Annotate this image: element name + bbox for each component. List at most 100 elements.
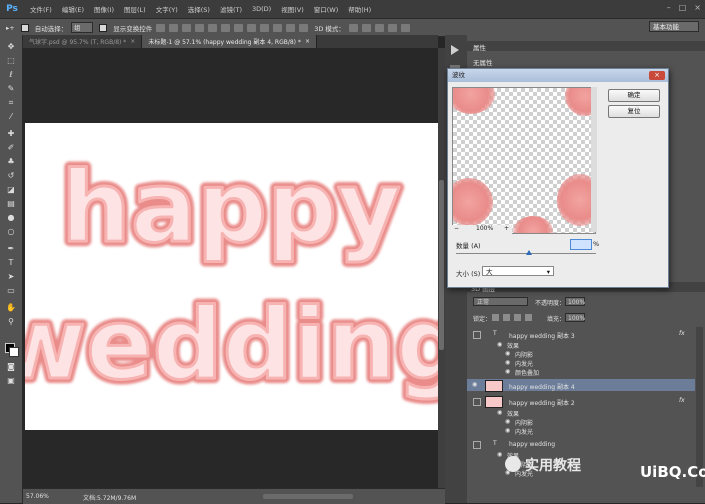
crop-tool-icon[interactable]: ⌗ <box>6 99 16 107</box>
tab-balloon-psd[interactable]: 气球字.psd @ 95.7% (T, RGB/8) * × <box>23 35 143 48</box>
fill-field[interactable]: 100% <box>565 313 585 322</box>
menu-select[interactable]: 选择(S) <box>188 4 210 14</box>
effect-eye-icon[interactable]: ◉ <box>505 427 510 434</box>
align-left-icon[interactable] <box>195 23 205 32</box>
effects-eye-icon[interactable]: ◉ <box>497 341 502 348</box>
quick-mask-icon[interactable]: ◙ <box>6 363 16 371</box>
healing-brush-icon[interactable]: ✚ <box>6 130 16 138</box>
effect-eye-icon[interactable]: ◉ <box>505 368 510 375</box>
lock-transparency-icon[interactable] <box>492 314 499 321</box>
3d-slide-icon[interactable] <box>387 23 397 32</box>
eye-icon[interactable]: ◉ <box>472 381 477 388</box>
zoom-out-button[interactable]: − <box>454 225 459 232</box>
layer-row[interactable]: T happy wedding 副本 3 fx <box>467 329 695 340</box>
background-color-swatch[interactable] <box>9 347 19 357</box>
menu-image[interactable]: 图像(I) <box>94 4 114 14</box>
3d-roll-icon[interactable] <box>361 23 371 32</box>
zoom-level[interactable]: 57.06% <box>26 493 49 500</box>
align-top-icon[interactable] <box>156 23 166 32</box>
effect-eye-icon[interactable]: ◉ <box>505 350 510 357</box>
effect-eye-icon[interactable]: ◉ <box>505 418 510 425</box>
dodge-tool-icon[interactable]: ○ <box>6 228 16 236</box>
effects-row[interactable]: ◉ 效果 <box>467 340 695 350</box>
effect-item[interactable]: ◉ 内发光 <box>467 358 695 368</box>
close-icon[interactable]: × <box>649 71 665 80</box>
preview-scrollbar[interactable] <box>591 87 597 232</box>
maximize-button[interactable]: □ <box>679 3 687 12</box>
reset-button[interactable]: 复位 <box>608 105 660 118</box>
align-center-icon[interactable] <box>208 23 218 32</box>
tab-untitled-1[interactable]: 未标题-1 @ 57.1% (happy wedding 副本 4, RGB/8… <box>142 35 317 48</box>
layer-row[interactable]: happy wedding 副本 2 fx <box>467 395 695 408</box>
canvas-vertical-scroll-thumb[interactable] <box>439 180 444 350</box>
gradient-tool-icon[interactable]: ▤ <box>6 200 16 208</box>
lasso-tool-icon[interactable]: ℓ <box>6 71 16 79</box>
menu-filter[interactable]: 滤镜(T) <box>220 4 242 14</box>
opacity-field[interactable]: 100% <box>565 297 585 306</box>
move-tool-icon[interactable]: ▸+ <box>6 24 15 32</box>
visibility-toggle[interactable] <box>473 331 481 339</box>
visibility-toggle[interactable] <box>473 441 481 449</box>
auto-select-checkbox[interactable] <box>20 23 29 32</box>
amount-input[interactable] <box>570 239 592 250</box>
close-tab-icon[interactable]: × <box>130 38 135 45</box>
history-brush-icon[interactable]: ↺ <box>6 172 16 180</box>
size-dropdown[interactable]: 大 ▾ <box>482 266 554 276</box>
type-tool-icon[interactable]: T <box>6 259 16 267</box>
menu-edit[interactable]: 编辑(E) <box>62 4 84 14</box>
canvas-horizontal-scroll-thumb[interactable] <box>263 494 353 499</box>
menu-file[interactable]: 文件(F) <box>30 4 52 14</box>
play-icon[interactable] <box>451 45 459 55</box>
zoom-in-button[interactable]: + <box>504 225 509 232</box>
eraser-icon[interactable]: ◪ <box>6 186 16 194</box>
marquee-tool-icon[interactable]: ⬚ <box>6 57 16 65</box>
distribute-left-icon[interactable] <box>273 23 283 32</box>
ok-button[interactable]: 确定 <box>608 89 660 102</box>
path-select-icon[interactable]: ➤ <box>6 273 16 281</box>
blur-tool-icon[interactable]: ● <box>6 214 16 222</box>
distribute-bottom-icon[interactable] <box>260 23 270 32</box>
effects-row[interactable]: ◉ 效果 <box>467 450 695 460</box>
fx-icon[interactable]: fx <box>679 330 685 337</box>
brush-tool-icon[interactable]: ✐ <box>6 144 16 152</box>
eyedropper-icon[interactable]: ⁄ <box>6 113 16 121</box>
menu-type[interactable]: 文字(Y) <box>156 4 178 14</box>
fx-icon[interactable]: fx <box>679 397 685 404</box>
effects-eye-icon[interactable]: ◉ <box>497 451 502 458</box>
menu-help[interactable]: 帮助(H) <box>348 4 371 14</box>
effect-item[interactable]: ◉ 内阴影 <box>467 349 695 359</box>
menu-window[interactable]: 窗口(W) <box>314 4 339 14</box>
screen-mode-icon[interactable]: ▣ <box>6 377 16 385</box>
effect-item[interactable]: ◉ 内发光 <box>467 426 695 436</box>
lock-icon[interactable] <box>525 314 532 321</box>
minimize-button[interactable]: – <box>667 3 671 12</box>
menu-3d[interactable]: 3D(D) <box>252 5 271 13</box>
show-transform-checkbox[interactable] <box>99 23 108 32</box>
filter-preview[interactable] <box>452 87 596 234</box>
distribute-right-icon[interactable] <box>299 23 309 32</box>
menu-view[interactable]: 视图(V) <box>281 4 304 14</box>
effects-eye-icon[interactable]: ◉ <box>497 409 502 416</box>
pen-tool-icon[interactable]: ✒ <box>6 245 16 253</box>
move-tool-icon[interactable]: ✥ <box>6 43 16 51</box>
align-bottom-icon[interactable] <box>182 23 192 32</box>
lock-position-icon[interactable] <box>514 314 521 321</box>
zoom-tool-icon[interactable]: ⚲ <box>6 318 16 326</box>
workspace-dropdown[interactable]: 基本功能 <box>649 21 699 32</box>
tab-properties[interactable]: 属性 <box>473 42 486 52</box>
document-canvas[interactable]: happy happy wedding wedding <box>25 123 438 430</box>
align-right-icon[interactable] <box>221 23 231 32</box>
auto-select-target-dropdown[interactable]: 组 <box>71 22 94 33</box>
effect-item[interactable]: ◉ 颜色叠加 <box>467 367 695 377</box>
close-window-button[interactable]: × <box>694 3 701 12</box>
stamp-tool-icon[interactable]: ♣ <box>6 158 16 166</box>
effect-item[interactable]: ◉ 内阴影 <box>467 417 695 427</box>
layer-row[interactable]: T happy wedding <box>467 439 695 449</box>
menu-layer[interactable]: 图层(L) <box>124 4 146 14</box>
hand-tool-icon[interactable]: ✋ <box>6 304 16 312</box>
distribute-center-icon[interactable] <box>286 23 296 32</box>
layer-row-selected[interactable]: ◉ happy wedding 副本 4 <box>467 379 695 392</box>
3d-rotate-icon[interactable] <box>348 23 358 32</box>
distribute-top-icon[interactable] <box>234 23 244 32</box>
close-tab-icon[interactable]: × <box>305 38 310 45</box>
